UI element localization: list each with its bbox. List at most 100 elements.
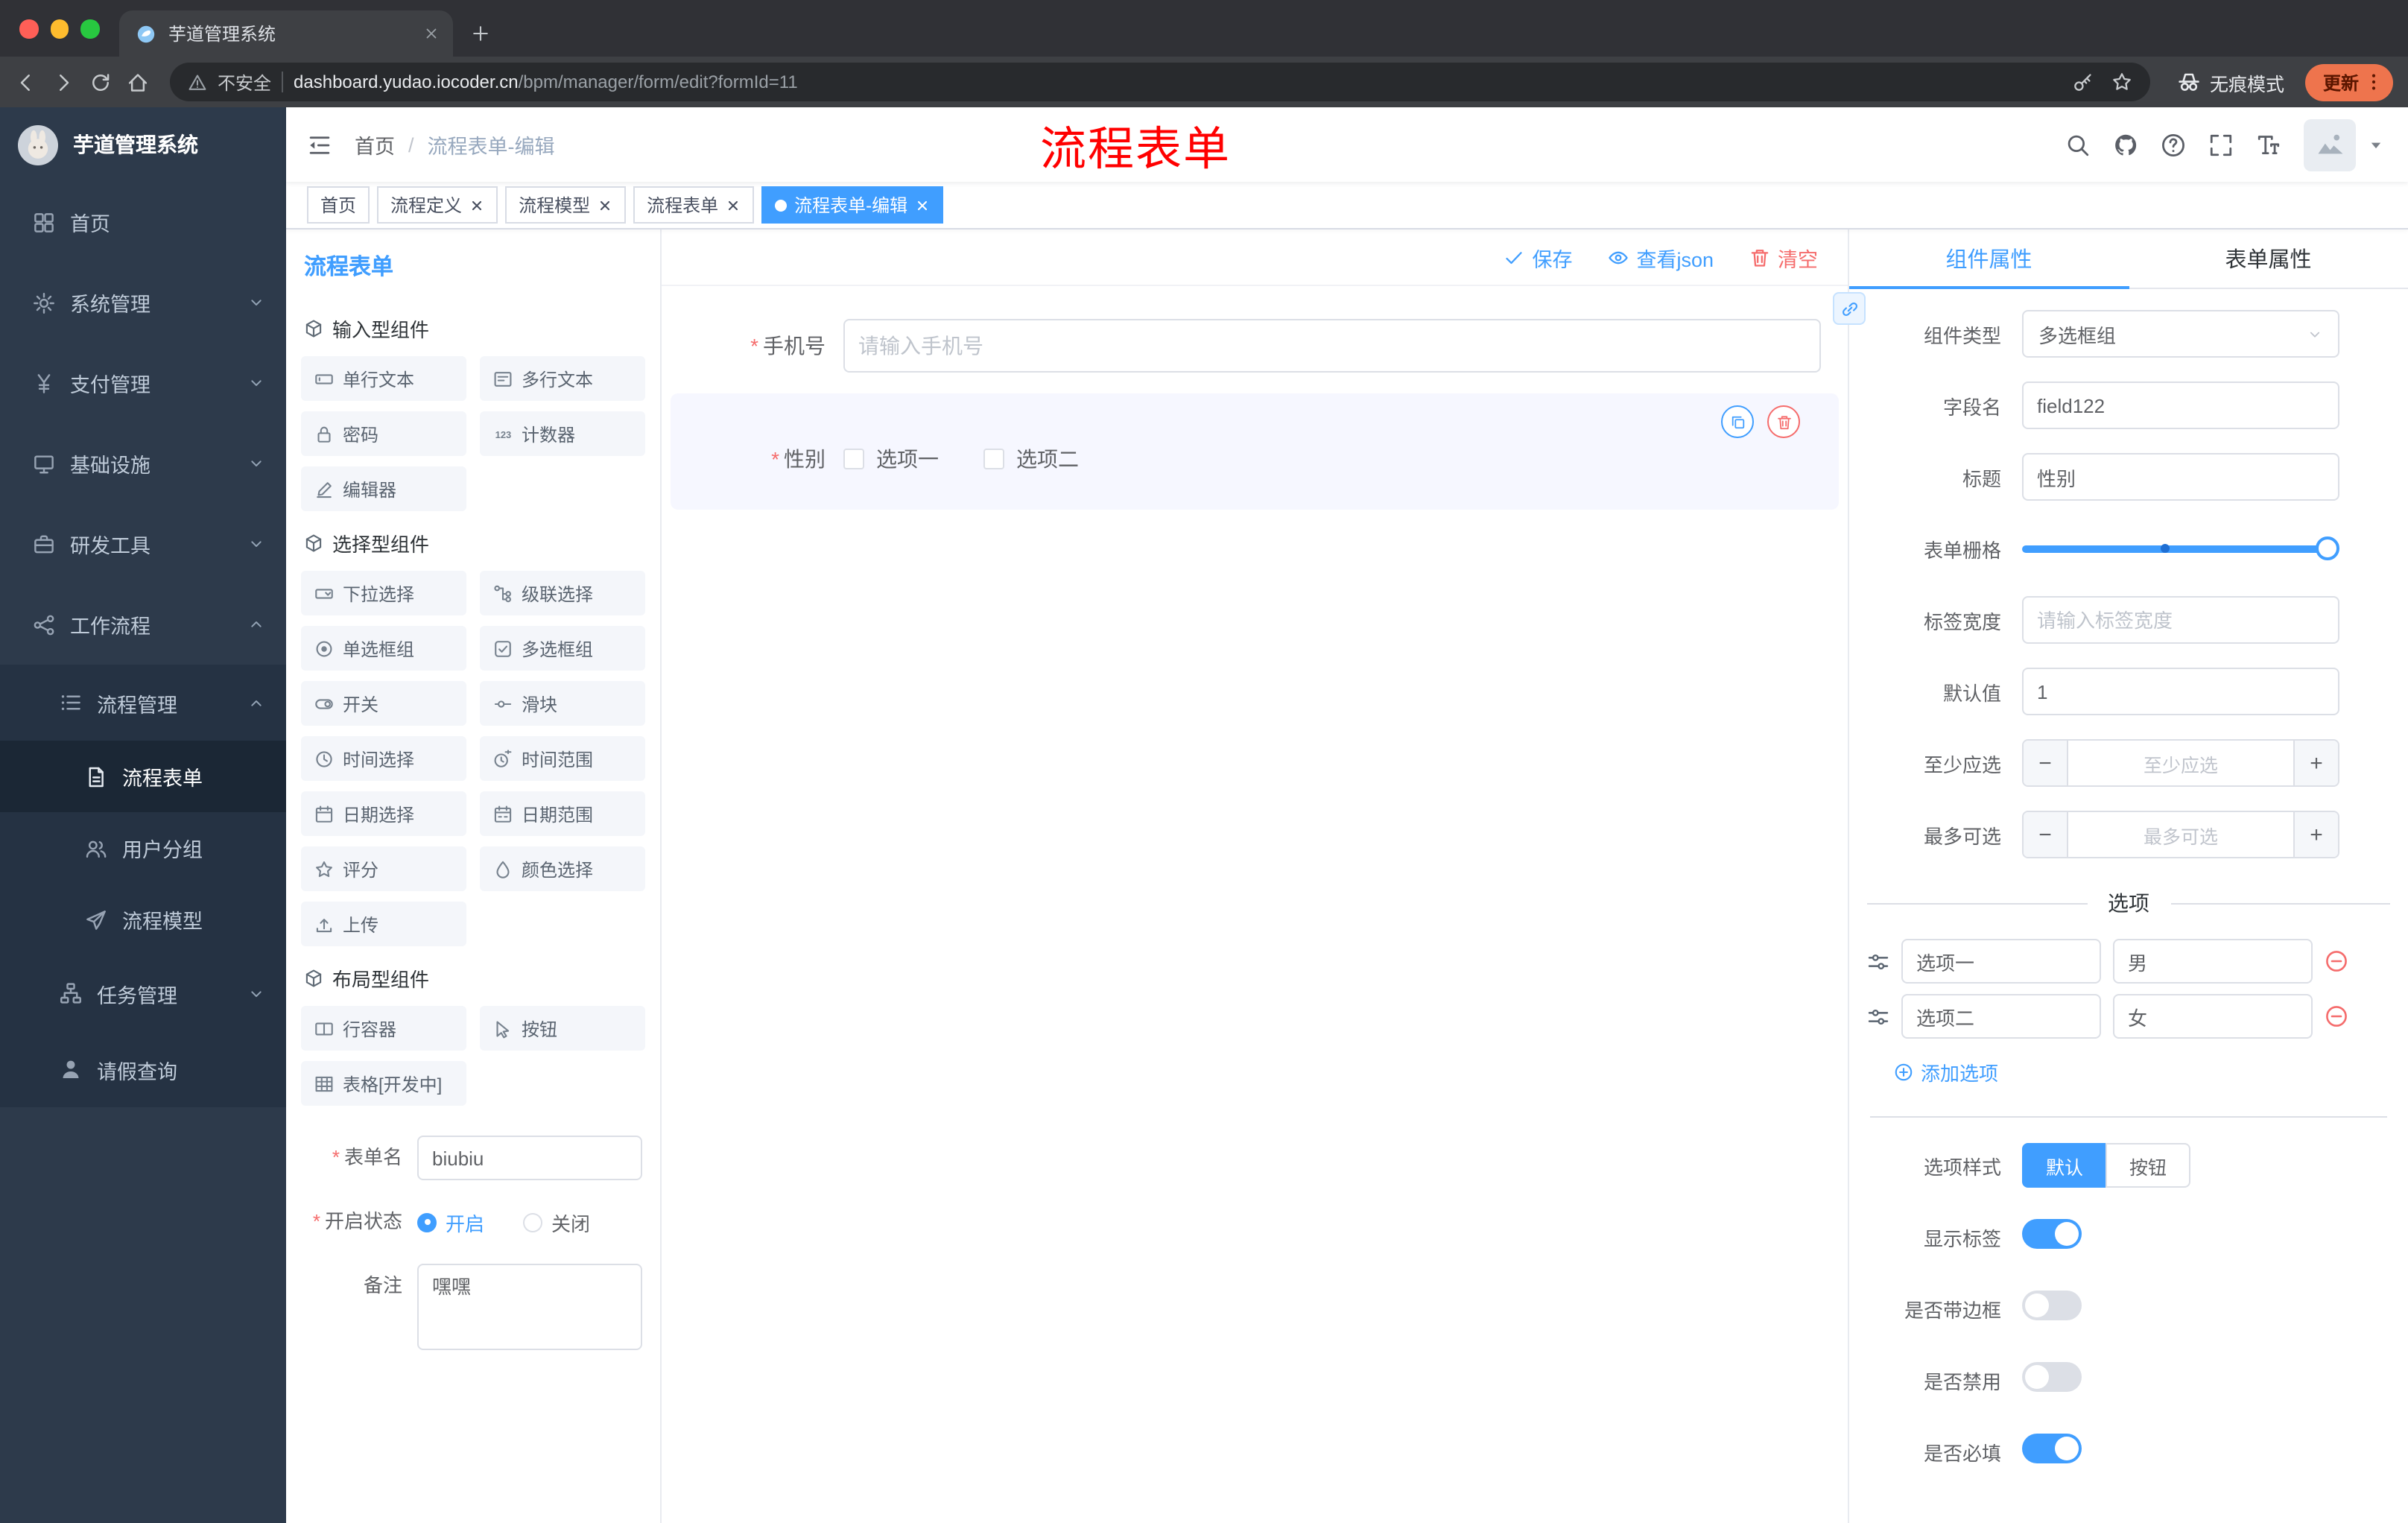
window-zoom-button[interactable] [80, 19, 99, 38]
tab-component-props[interactable]: 组件属性 [1849, 229, 2129, 289]
component-上传[interactable]: 上传 [301, 902, 466, 946]
tag-close-icon[interactable] [598, 197, 612, 212]
slider-handle[interactable] [2316, 536, 2339, 560]
field-name-input[interactable] [2022, 381, 2339, 429]
component-多选框组[interactable]: 多选框组 [480, 626, 645, 671]
sidebar-item-研发工具[interactable]: 研发工具 [0, 504, 286, 584]
password-key-icon[interactable] [2073, 72, 2094, 92]
sidebar-item-基础设施[interactable]: 基础设施 [0, 423, 286, 504]
tab-close-icon[interactable] [423, 25, 440, 42]
option-style-button-button[interactable]: 按钮 [2106, 1143, 2191, 1188]
new-tab-button[interactable] [471, 24, 490, 43]
component-type-select[interactable]: 多选框组 [2022, 310, 2339, 358]
help-icon[interactable] [2161, 132, 2186, 157]
component-单选框组[interactable]: 单选框组 [301, 626, 466, 671]
stepper-decrease-button[interactable]: − [2024, 741, 2068, 785]
component-行容器[interactable]: 行容器 [301, 1006, 466, 1051]
sidebar-item-系统管理[interactable]: 系统管理 [0, 262, 286, 343]
option-label-input[interactable] [1901, 939, 2101, 984]
switch-是否必填[interactable] [2022, 1433, 2082, 1463]
sidebar-item-请假查询[interactable]: 请假查询 [0, 1031, 286, 1107]
component-下拉选择[interactable]: 下拉选择 [301, 571, 466, 615]
copy-component-button[interactable] [1721, 405, 1754, 438]
form-name-input[interactable] [417, 1136, 642, 1180]
address-bar[interactable]: 不安全 dashboard.yudao.iocoder.cn/bpm/manag… [170, 63, 2150, 101]
window-close-button[interactable] [19, 19, 38, 38]
phone-input[interactable] [843, 319, 1821, 373]
sidebar-item-支付管理[interactable]: 支付管理 [0, 343, 286, 423]
status-off-radio[interactable]: 关闭 [523, 1208, 590, 1236]
tag-流程模型[interactable]: 流程模型 [505, 186, 627, 224]
remove-option-icon[interactable] [2325, 1004, 2348, 1028]
sidebar-item-首页[interactable]: 首页 [0, 182, 286, 262]
switch-是否禁用[interactable] [2022, 1361, 2082, 1391]
component-日期选择[interactable]: 日期选择 [301, 791, 466, 836]
forward-button[interactable] [52, 71, 75, 93]
component-开关[interactable]: 开关 [301, 681, 466, 726]
avatar-caret-icon[interactable] [2368, 136, 2384, 153]
component-单行文本[interactable]: 单行文本 [301, 356, 466, 401]
form-remark-textarea[interactable]: 嘿嘿 [417, 1264, 642, 1350]
font-size-icon[interactable] [2256, 132, 2281, 157]
action-查看json[interactable]: 查看json [1608, 242, 1714, 272]
user-avatar[interactable] [2304, 118, 2356, 171]
component-颜色选择[interactable]: 颜色选择 [480, 846, 645, 891]
tag-流程表单-编辑[interactable]: 流程表单-编辑 [761, 186, 944, 224]
delete-component-button[interactable] [1767, 405, 1800, 438]
window-minimize-button[interactable] [50, 19, 69, 38]
slider-track[interactable] [2022, 536, 2339, 560]
home-button[interactable] [127, 71, 149, 93]
option-value-input[interactable] [2113, 939, 2313, 984]
component-按钮[interactable]: 按钮 [480, 1006, 645, 1051]
sidebar-fold-icon[interactable] [307, 132, 332, 157]
action-清空[interactable]: 清空 [1749, 242, 1818, 272]
component-评分[interactable]: 评分 [301, 846, 466, 891]
status-on-radio[interactable]: 开启 [417, 1208, 484, 1236]
component-表格[开发中][interactable]: 表格[开发中] [301, 1061, 466, 1106]
search-icon[interactable] [2065, 132, 2091, 157]
component-多行文本[interactable]: 多行文本 [480, 356, 645, 401]
option-value-input[interactable] [2113, 994, 2313, 1039]
sidebar-item-用户分组[interactable]: 用户分组 [0, 812, 286, 884]
switch-显示标签[interactable] [2022, 1218, 2082, 1248]
gender-option-1-checkbox[interactable]: 选项一 [843, 444, 939, 474]
sidebar-item-工作流程[interactable]: 工作流程 [0, 584, 286, 665]
add-option-button[interactable]: 添加选项 [1849, 1049, 2408, 1089]
component-级联选择[interactable]: 级联选择 [480, 571, 645, 615]
switch-是否带边框[interactable] [2022, 1290, 2082, 1320]
option-style-default-button[interactable]: 默认 [2022, 1143, 2108, 1188]
default-value-input[interactable] [2022, 668, 2339, 715]
stepper-increase-button[interactable]: + [2293, 812, 2338, 857]
grid-slider[interactable] [2022, 525, 2339, 572]
tag-首页[interactable]: 首页 [307, 186, 370, 224]
bookmark-star-icon[interactable] [2111, 72, 2132, 92]
option-label-input[interactable] [1901, 994, 2101, 1039]
component-计数器[interactable]: 123 计数器 [480, 411, 645, 456]
option-drag-icon[interactable] [1867, 1005, 1889, 1028]
label-width-input[interactable] [2022, 596, 2339, 644]
tag-close-icon[interactable] [915, 197, 930, 212]
breadcrumb-home[interactable]: 首页 [355, 130, 395, 159]
option-drag-icon[interactable] [1867, 950, 1889, 972]
remove-option-icon[interactable] [2325, 949, 2348, 973]
sidebar-item-流程表单[interactable]: 流程表单 [0, 741, 286, 812]
sidebar-item-流程模型[interactable]: 流程模型 [0, 884, 286, 955]
tag-流程定义[interactable]: 流程定义 [377, 186, 498, 224]
github-icon[interactable] [2113, 132, 2138, 157]
tag-close-icon[interactable] [469, 197, 484, 212]
component-时间范围[interactable]: 时间范围 [480, 736, 645, 781]
component-滑块[interactable]: 滑块 [480, 681, 645, 726]
browser-tab[interactable]: 芋道管理系统 [119, 10, 453, 57]
back-button[interactable] [15, 71, 37, 93]
link-icon[interactable] [1833, 292, 1866, 325]
sidebar-item-任务管理[interactable]: 任务管理 [0, 955, 286, 1031]
component-日期范围[interactable]: 日期范围 [480, 791, 645, 836]
stepper-decrease-button[interactable]: − [2024, 812, 2068, 857]
browser-menu-icon[interactable] [2363, 72, 2384, 92]
tag-close-icon[interactable] [726, 197, 741, 212]
canvas-field-phone[interactable]: * 手机号 [671, 304, 1839, 387]
title-input[interactable] [2022, 453, 2339, 501]
fullscreen-icon[interactable] [2208, 132, 2234, 157]
action-保存[interactable]: 保存 [1504, 242, 1572, 272]
stepper-increase-button[interactable]: + [2293, 741, 2338, 785]
